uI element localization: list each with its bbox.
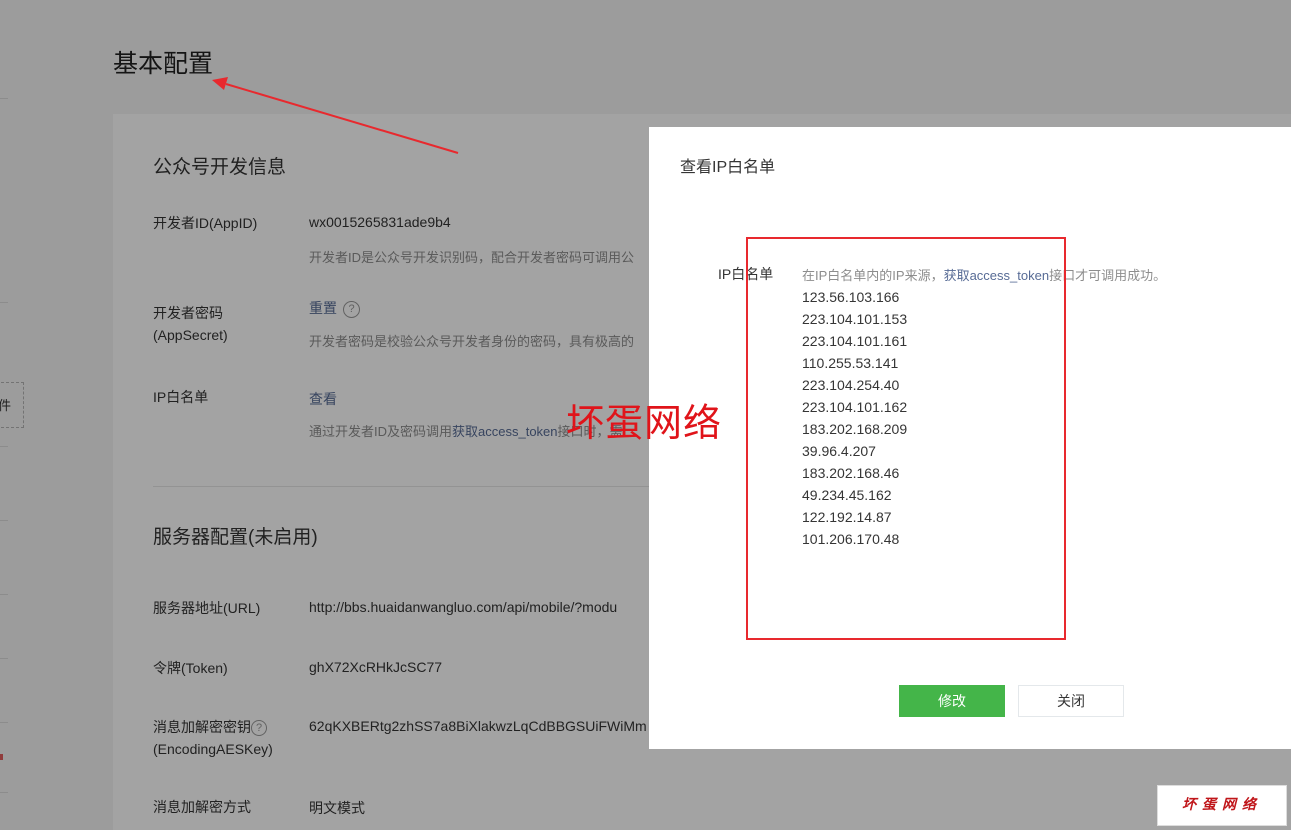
ip-whitelist-dialog: 查看IP白名单 IP白名单 在IP白名单内的IP来源，获取access_toke… — [649, 127, 1291, 749]
close-button[interactable]: 关闭 — [1018, 685, 1124, 717]
dialog-title: 查看IP白名单 — [680, 159, 776, 176]
watermark-corner-logo: 坏蛋网络 — [1157, 785, 1287, 826]
watermark-center: 坏蛋网络 — [566, 401, 723, 445]
annotation-highlight-box — [746, 237, 1066, 640]
modify-button[interactable]: 修改 — [899, 685, 1005, 717]
dialog-desc-suffix: 接口才可调用成功。 — [1049, 268, 1167, 283]
